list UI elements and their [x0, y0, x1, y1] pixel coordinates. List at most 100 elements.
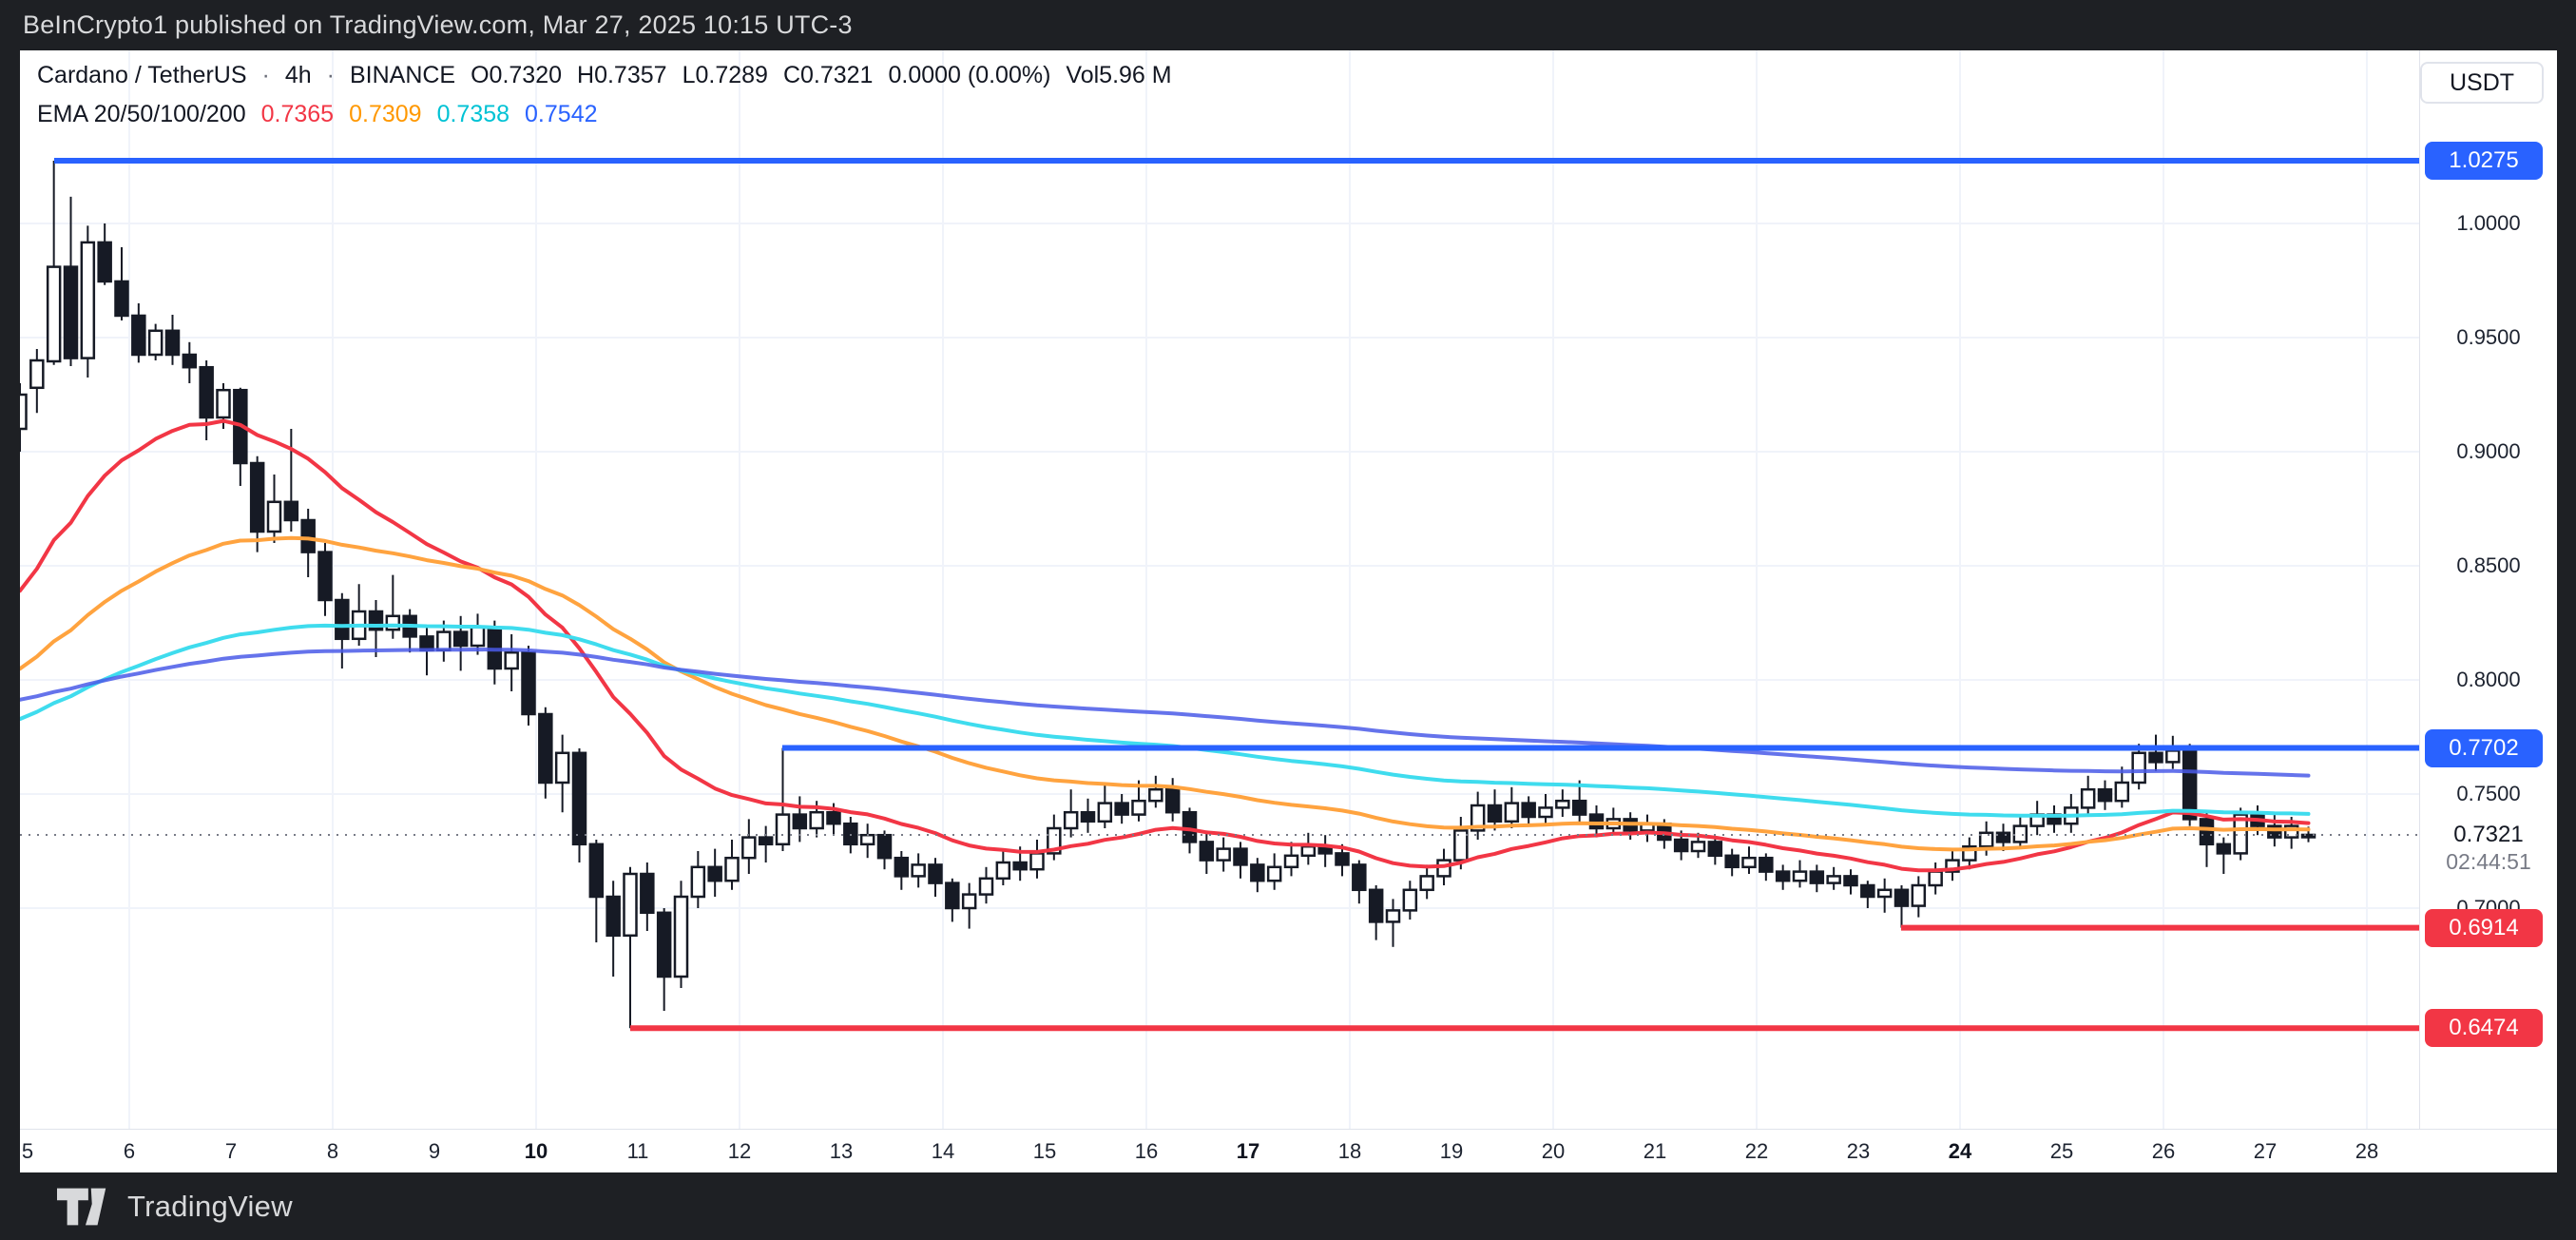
candle-body — [827, 812, 839, 823]
candle-body — [675, 897, 687, 977]
date-tick-14: 14 — [932, 1139, 954, 1164]
candle-body — [624, 874, 636, 936]
candle-body — [1183, 812, 1196, 842]
candle-body — [268, 502, 280, 532]
candle-body — [658, 913, 670, 977]
candle-body — [607, 897, 620, 936]
date-tick-5: 5 — [22, 1139, 33, 1164]
candlestick-chart[interactable] — [20, 50, 2419, 1129]
date-tick-10: 10 — [525, 1139, 548, 1164]
candle-body — [437, 632, 450, 650]
date-tick-9: 9 — [429, 1139, 440, 1164]
candle-body — [1675, 840, 1687, 851]
candle-body — [2183, 750, 2196, 819]
currency-toggle-button[interactable]: USDT — [2420, 62, 2544, 104]
candle-body — [1726, 856, 1739, 867]
candle-body — [1811, 872, 1823, 883]
price-plot[interactable]: Cardano / TetherUS · 4h · BINANCE O0.732… — [20, 50, 2419, 1129]
candle-body — [1913, 885, 1925, 906]
date-tick-12: 12 — [728, 1139, 751, 1164]
candle-body — [1506, 804, 1518, 822]
candle-body — [1353, 864, 1365, 889]
candle-body — [2099, 789, 2111, 801]
candle-body — [1218, 849, 1230, 861]
candle-body — [201, 367, 213, 417]
candle-body — [1251, 864, 1263, 881]
tradingview-logo-text: TradingView — [127, 1190, 293, 1224]
candle-body — [183, 355, 196, 367]
candle-body — [336, 600, 348, 639]
candle-body — [1336, 853, 1348, 864]
date-tick-27: 27 — [2254, 1139, 2277, 1164]
candle-body — [1997, 833, 2009, 843]
candle-body — [506, 652, 518, 668]
candle-body — [539, 714, 551, 783]
date-tick-23: 23 — [1847, 1139, 1870, 1164]
candle-body — [20, 395, 27, 429]
candle-body — [1709, 842, 1721, 855]
candle-body — [149, 331, 162, 355]
price-tick-0.9500: 0.9500 — [2420, 325, 2557, 350]
candle-body — [318, 552, 331, 600]
candle-body — [285, 502, 298, 520]
candle-body — [30, 360, 43, 388]
price-axis[interactable]: 1.00000.95000.90000.85000.80000.75000.70… — [2419, 50, 2557, 1129]
candle-body — [692, 867, 704, 897]
date-tick-28: 28 — [2355, 1139, 2378, 1164]
date-tick-17: 17 — [1237, 1139, 1259, 1164]
candle-body — [963, 895, 975, 908]
candle-body — [471, 628, 484, 646]
footer-bar: TradingView — [0, 1172, 2576, 1240]
candle-body — [1759, 858, 1772, 871]
candle-body — [1404, 890, 1416, 911]
candle-body — [1014, 862, 1027, 869]
price-label-0.7702: 0.7702 — [2425, 729, 2543, 767]
candle-body — [2201, 819, 2213, 843]
candle-body — [1573, 801, 1586, 814]
candle-body — [1590, 815, 1603, 828]
candle-body — [387, 616, 399, 630]
candle-body — [1777, 872, 1789, 882]
ema20-line — [20, 421, 2309, 871]
candle-body — [997, 862, 1009, 879]
candle-body — [1523, 804, 1535, 817]
screenshot-root: BeInCrypto1 published on TradingView.com… — [0, 0, 2576, 1240]
candle-body — [1742, 858, 1755, 867]
candle-body — [1082, 812, 1094, 822]
candle-body — [217, 390, 229, 417]
date-tick-22: 22 — [1745, 1139, 1768, 1164]
price-tick-0.8000: 0.8000 — [2420, 668, 2557, 692]
price-tick-1.0000: 1.0000 — [2420, 211, 2557, 236]
candle-body — [1878, 890, 1891, 897]
time-axis[interactable]: 5678910111213141516171819202122232425262… — [20, 1129, 2557, 1172]
candle-body — [811, 812, 823, 828]
countdown-label: 02:44:51 — [2420, 849, 2557, 874]
candle-body — [454, 632, 467, 646]
candle-body — [913, 864, 925, 876]
candle-body — [1454, 830, 1467, 860]
price-label-0.6474: 0.6474 — [2425, 1009, 2543, 1047]
candle-body — [1166, 789, 1179, 812]
candle-body — [861, 835, 874, 844]
candle-body — [1861, 885, 1874, 897]
candle-body — [1370, 890, 1382, 922]
candle-body — [1099, 804, 1111, 822]
candle-body — [556, 753, 568, 783]
candle-body — [895, 858, 908, 876]
attribution-text: BeInCrypto1 published on TradingView.com… — [23, 10, 853, 40]
date-tick-6: 6 — [124, 1139, 135, 1164]
candle-body — [2082, 789, 2094, 807]
candle-body — [522, 652, 534, 714]
tradingview-logo-icon — [57, 1188, 112, 1226]
date-tick-8: 8 — [327, 1139, 338, 1164]
candle-body — [2116, 783, 2128, 801]
candle-body — [1149, 789, 1162, 801]
date-tick-11: 11 — [627, 1139, 649, 1164]
candle-body — [1268, 867, 1280, 881]
candle-body — [166, 331, 179, 355]
date-tick-7: 7 — [225, 1139, 237, 1164]
price-label-0.6914: 0.6914 — [2425, 909, 2543, 947]
candle-body — [1116, 804, 1128, 815]
candle-body — [929, 864, 941, 882]
tradingview-logo[interactable]: TradingView — [57, 1188, 293, 1226]
